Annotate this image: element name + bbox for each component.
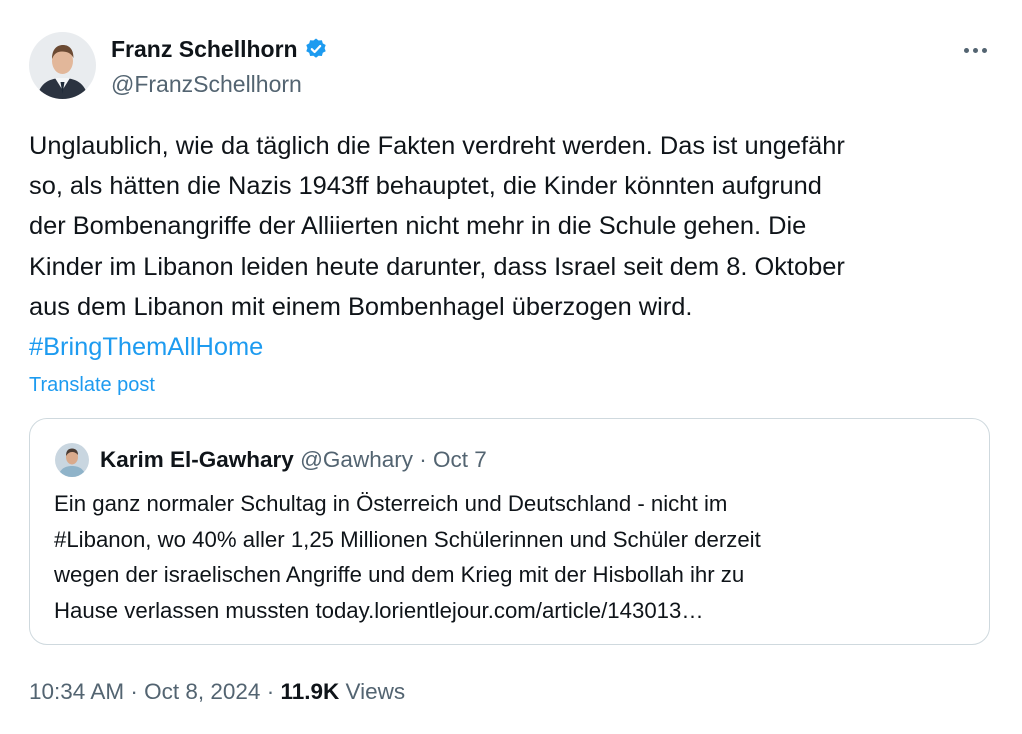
- author-name[interactable]: Franz Schellhorn: [111, 35, 328, 63]
- author-avatar[interactable]: [29, 32, 96, 99]
- tweet-text-line: so, als hätten die Nazis 1943ff behaupte…: [29, 172, 822, 201]
- tweet: Franz Schellhorn @FranzSchellhorn Unglau…: [0, 0, 1022, 734]
- quote-header: Karim El-Gawhary @Gawhary · Oct 7: [100, 446, 487, 474]
- quote-date[interactable]: Oct 7: [433, 447, 487, 472]
- quote-text-line: Ein ganz normaler Schultag in Österreich…: [54, 491, 728, 516]
- quote-text: Ein ganz normaler Schultag in Österreich…: [54, 486, 954, 628]
- quote-author-name[interactable]: Karim El-Gawhary: [100, 447, 294, 472]
- quote-author-handle[interactable]: @Gawhary: [300, 447, 413, 472]
- tweet-text: Unglaublich, wie da täglich die Fakten v…: [29, 126, 1004, 367]
- quote-author-avatar[interactable]: [55, 443, 89, 477]
- post-time[interactable]: 10:34 AM: [29, 679, 124, 704]
- quote-text-line: wegen der israelischen Angriffe und dem …: [54, 562, 745, 588]
- views-label: Views: [345, 679, 406, 704]
- author-name-text: Franz Schellhorn: [111, 36, 298, 62]
- tweet-text-line: Kinder im Libanon leiden heute darunter,…: [29, 252, 845, 281]
- tweet-text-line: der Bombenangriffe der Alliierten nicht …: [29, 212, 807, 241]
- post-date[interactable]: Oct 8, 2024: [144, 679, 260, 704]
- separator-dot: ·: [266, 679, 275, 704]
- translate-post-link[interactable]: Translate post: [29, 372, 155, 398]
- hashtag-link[interactable]: #BringThemAllHome: [29, 327, 1004, 367]
- more-options-icon[interactable]: [957, 38, 993, 62]
- tweet-text-line: aus dem Libanon mit einem Bombenhagel üb…: [29, 292, 693, 321]
- quote-text-line: #Libanon, wo 40% aller 1,25 Millionen Sc…: [54, 526, 761, 552]
- verified-badge-icon: [305, 38, 326, 58]
- tweet-text-line: Unglaublich, wie da täglich die Fakten v…: [29, 132, 845, 160]
- separator-dot: ·: [419, 447, 427, 472]
- quoted-tweet[interactable]: Karim El-Gawhary @Gawhary · Oct 7 Ein ga…: [29, 418, 990, 645]
- views-count: 11.9K: [280, 679, 340, 704]
- separator-dot: ·: [130, 679, 138, 704]
- quote-text-line: Hause verlassen mussten today.lorientlej…: [54, 597, 704, 623]
- tweet-metadata: 10:34 AM · Oct 8, 2024 · 11.9K Views: [29, 678, 405, 706]
- author-handle[interactable]: @FranzSchellhorn: [111, 70, 302, 98]
